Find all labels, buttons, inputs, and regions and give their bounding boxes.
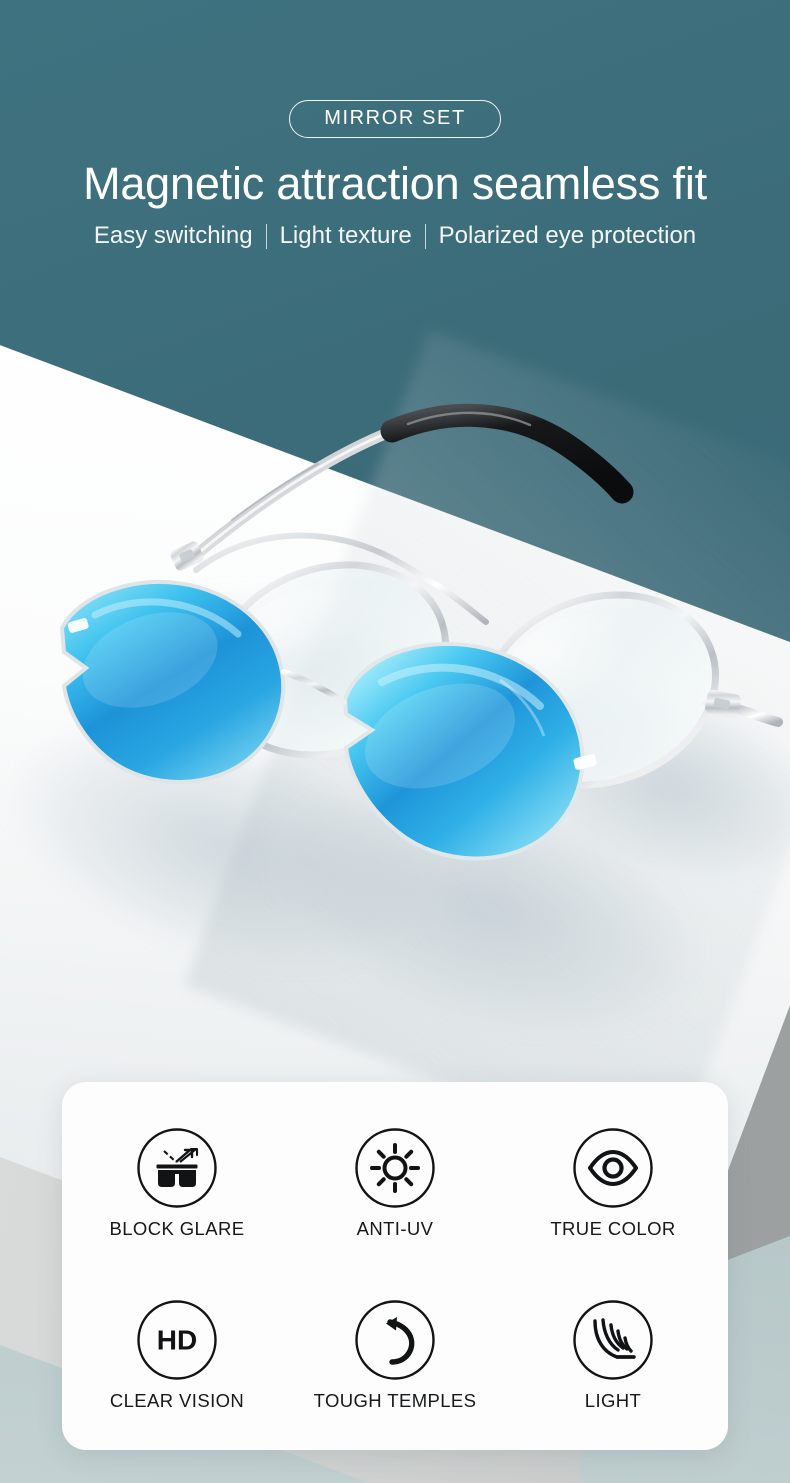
page-title: Magnetic attraction seamless fit [83,158,707,209]
feature-label: LIGHT [584,1390,642,1412]
eye-icon [570,1125,656,1211]
subtitle-item-1: Easy switching [93,222,253,250]
feature-panel: BLOCK GLARE ANTI-UV TRUE COLOR HD CLEAR … [62,1082,728,1450]
flex-arrow-icon [352,1297,438,1383]
product-banner: MIRROR SET Magnetic attraction seamless … [0,0,790,1483]
hd-text: HD [157,1325,197,1356]
subtitle-list: Easy switching Light texture Polarized e… [0,222,790,250]
sun-icon [352,1125,438,1211]
feature-item-tough-temples: TOUGH TEMPLES [286,1297,504,1411]
feature-item-anti-uv: ANTI-UV [286,1125,504,1239]
feather-icon [570,1297,656,1383]
subtitle-item-2: Light texture [279,222,412,250]
feature-item-block-glare: BLOCK GLARE [68,1125,286,1239]
header-block: MIRROR SET Magnetic attraction seamless … [0,0,790,249]
temple-arm-right [701,689,783,727]
temple-arm-rear [184,424,401,566]
feature-label: ANTI-UV [356,1218,434,1240]
mirror-set-badge: MIRROR SET [289,100,501,138]
feature-item-light: LIGHT [504,1297,722,1411]
hd-badge-icon: HD [134,1297,220,1383]
feature-label: BLOCK GLARE [109,1218,245,1240]
anti-glare-sunglasses-icon [134,1125,220,1211]
feature-item-true-color: TRUE COLOR [504,1125,722,1239]
feature-item-clear-vision: HD CLEAR VISION [68,1297,286,1411]
feature-label: TOUGH TEMPLES [313,1390,477,1412]
subtitle-item-3: Polarized eye protection [438,222,697,250]
feature-label: CLEAR VISION [109,1390,245,1412]
temple-tip-black [380,403,634,504]
feature-label: TRUE COLOR [550,1218,676,1240]
